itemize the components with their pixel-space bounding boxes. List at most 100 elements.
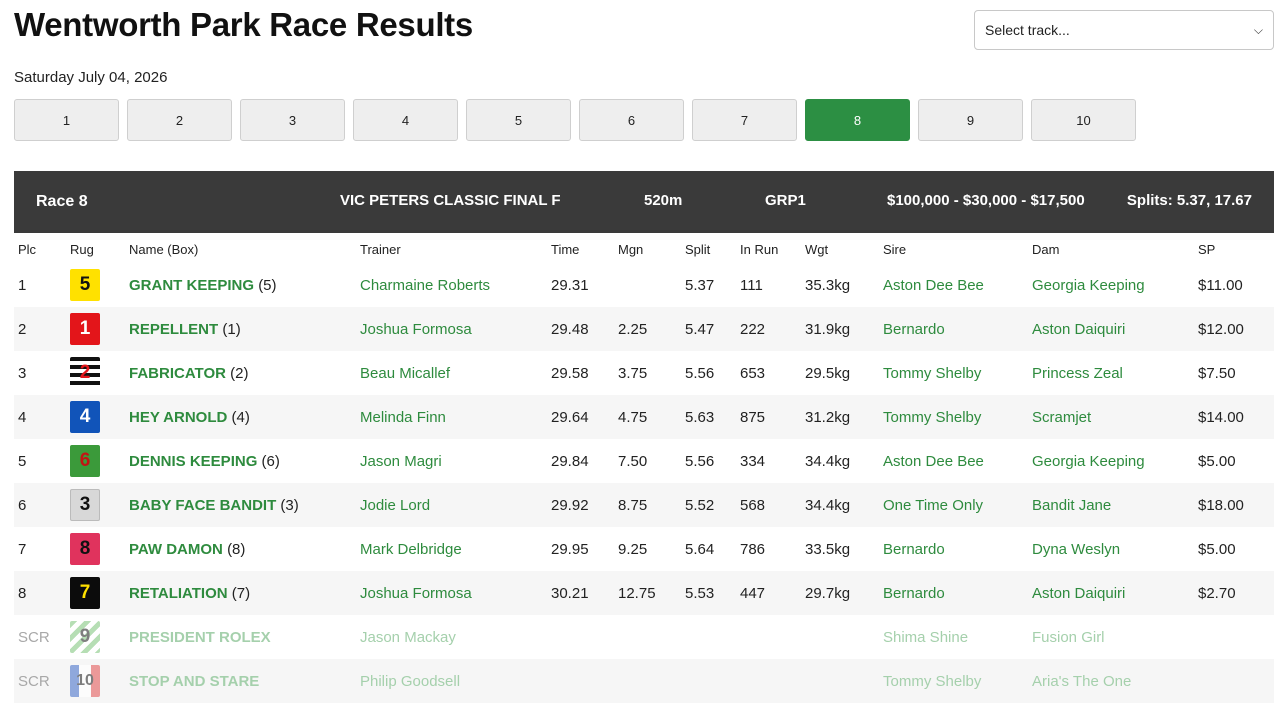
time-cell: 29.58 [551, 364, 589, 382]
dam-link[interactable]: Bandit Jane [1028, 483, 1194, 527]
col-wgt: Wgt [805, 241, 829, 257]
dog-name-link[interactable]: HEY ARNOLD [129, 409, 227, 426]
table-row: 7 8 PAW DAMON (8) Mark Delbridge 29.95 9.25 5.… [14, 527, 1274, 571]
sire-link[interactable]: Bernardo [879, 307, 1028, 351]
race-tab-7[interactable]: 7 [692, 99, 797, 141]
split-cell: 5.56 [685, 364, 715, 382]
table-header-row: Plc Rug Name (Box) Trainer Time Mgn Spli… [14, 235, 1274, 263]
sire-link[interactable]: Bernardo [879, 571, 1028, 615]
race-tab-9[interactable]: 9 [918, 99, 1023, 141]
sire-link[interactable]: Tommy Shelby [879, 395, 1028, 439]
sp-cell [1194, 659, 1274, 703]
page-title: Wentworth Park Race Results [14, 6, 473, 43]
dam-link[interactable]: Scramjet [1028, 395, 1194, 439]
trainer-link[interactable]: Jason Magri [356, 439, 547, 483]
dog-name-link[interactable]: BABY FACE BANDIT [129, 497, 276, 514]
dog-name-link[interactable]: REPELLENT [129, 321, 218, 338]
race-tab-6[interactable]: 6 [579, 99, 684, 141]
sire-link[interactable]: One Time Only [879, 483, 1028, 527]
box-number: (2) [230, 364, 249, 382]
dam-link[interactable]: Aria's The One [1028, 659, 1194, 703]
dam-link[interactable]: Princess Zeal [1028, 351, 1194, 395]
race-tab-1[interactable]: 1 [14, 99, 119, 141]
dog-name-link[interactable]: STOP AND STARE [129, 673, 259, 690]
col-dam: Dam [1032, 241, 1060, 257]
race-header: Race 8 VIC PETERS CLASSIC FINAL F 520m G… [14, 171, 1274, 233]
dog-name-link[interactable]: PAW DAMON [129, 541, 223, 558]
inrun-cell: 334 [740, 452, 766, 470]
inrun-cell: 568 [740, 496, 766, 514]
dog-name-link[interactable]: DENNIS KEEPING [129, 453, 257, 470]
trainer-link[interactable]: Philip Goodsell [356, 659, 547, 703]
trainer-link[interactable]: Jodie Lord [356, 483, 547, 527]
inrun-cell: 875 [740, 408, 766, 426]
sp-cell: $18.00 [1198, 496, 1244, 514]
inrun-cell: 447 [740, 584, 766, 602]
dog-name-link[interactable]: GRANT KEEPING [129, 277, 254, 294]
race-tab-4[interactable]: 4 [353, 99, 458, 141]
split-cell [681, 659, 736, 703]
rug-icon: 4 [70, 401, 100, 433]
sire-link[interactable]: Bernardo [879, 527, 1028, 571]
track-select[interactable]: Select track... ⌵ [974, 10, 1274, 50]
dog-name-link[interactable]: PRESIDENT ROLEX [129, 629, 271, 646]
margin-cell: 3.75 [618, 364, 648, 382]
sp-cell: $7.50 [1198, 364, 1236, 382]
place-cell: 1 [18, 276, 27, 294]
trainer-link[interactable]: Joshua Formosa [356, 307, 547, 351]
col-name: Name (Box) [129, 241, 199, 257]
trainer-link[interactable]: Charmaine Roberts [356, 263, 547, 307]
dam-link[interactable]: Georgia Keeping [1028, 263, 1194, 307]
dam-link[interactable]: Aston Daiquiri [1028, 307, 1194, 351]
sire-link[interactable]: Shima Shine [879, 615, 1028, 659]
time-cell: 29.48 [551, 320, 589, 338]
rug-cell: 6 [66, 439, 125, 483]
dog-name-link[interactable]: RETALIATION [129, 585, 228, 602]
margin-cell: 9.25 [618, 540, 648, 558]
rug-icon: 2 [70, 357, 100, 389]
trainer-link[interactable]: Beau Micallef [356, 351, 547, 395]
col-inrun: In Run [740, 241, 779, 257]
dam-link[interactable]: Dyna Weslyn [1028, 527, 1194, 571]
race-tab-8[interactable]: 8 [805, 99, 910, 141]
name-cell: BABY FACE BANDIT (3) [125, 483, 356, 527]
weight-cell: 33.5kg [805, 540, 851, 558]
trainer-link[interactable]: Melinda Finn [356, 395, 547, 439]
rug-cell: 7 [66, 571, 125, 615]
sire-link[interactable]: Aston Dee Bee [879, 439, 1028, 483]
inrun-cell [736, 615, 801, 659]
race-tab-10[interactable]: 10 [1031, 99, 1136, 141]
sire-link[interactable]: Tommy Shelby [879, 659, 1028, 703]
rug-icon: 5 [70, 269, 100, 301]
place-cell: 6 [18, 496, 27, 514]
rug-icon: 9 [70, 621, 100, 653]
race-tab-2[interactable]: 2 [127, 99, 232, 141]
trainer-link[interactable]: Jason Mackay [356, 615, 547, 659]
dam-link[interactable]: Georgia Keeping [1028, 439, 1194, 483]
rug-icon: 8 [70, 533, 100, 565]
sp-cell: $5.00 [1198, 540, 1236, 558]
race-tab-3[interactable]: 3 [240, 99, 345, 141]
rug-icon: 6 [70, 445, 100, 477]
dam-link[interactable]: Fusion Girl [1028, 615, 1194, 659]
dam-link[interactable]: Aston Daiquiri [1028, 571, 1194, 615]
sire-link[interactable]: Aston Dee Bee [879, 263, 1028, 307]
dog-name-link[interactable]: FABRICATOR [129, 365, 226, 382]
trainer-link[interactable]: Mark Delbridge [356, 527, 547, 571]
place-cell: SCR [18, 628, 50, 646]
race-date: Saturday July 04, 2026 [14, 69, 168, 86]
time-cell [547, 615, 614, 659]
table-row: 8 7 RETALIATION (7) Joshua Formosa 30.21 12.7… [14, 571, 1274, 615]
name-cell: PRESIDENT ROLEX [125, 615, 356, 659]
sp-cell: $14.00 [1198, 408, 1244, 426]
split-cell: 5.64 [685, 540, 715, 558]
chevron-down-icon: ⌵ [1253, 22, 1263, 37]
race-splits: Splits: 5.37, 17.67 [1126, 192, 1252, 209]
table-row: 4 4 HEY ARNOLD (4) Melinda Finn 29.64 4.75 5.6… [14, 395, 1274, 439]
race-tab-5[interactable]: 5 [466, 99, 571, 141]
trainer-link[interactable]: Joshua Formosa [356, 571, 547, 615]
race-tabs: 1 2 3 4 5 6 7 8 9 10 [14, 99, 1136, 141]
name-cell: RETALIATION (7) [125, 571, 356, 615]
sire-link[interactable]: Tommy Shelby [879, 351, 1028, 395]
split-cell: 5.53 [685, 584, 715, 602]
